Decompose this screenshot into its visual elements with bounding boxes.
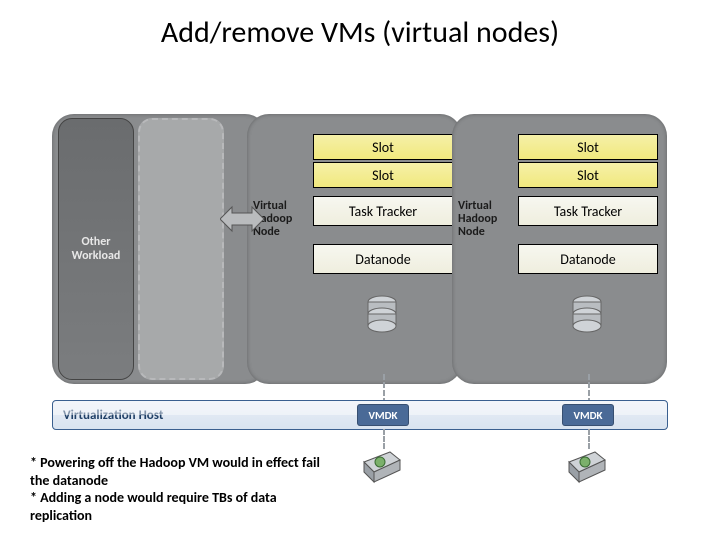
footnote-line: * Adding a node would require TBs of dat… [30, 489, 330, 524]
vmdk-badge: VMDK [357, 404, 409, 426]
datanode-box: Datanode [518, 244, 658, 274]
footnotes: * Powering off the Hadoop VM would in ef… [30, 454, 330, 524]
other-workload-label: Other Workload [59, 235, 133, 264]
virtualization-host-label: Virtualization Host [63, 408, 163, 423]
datanode-box: Datanode [313, 244, 453, 274]
slot-box: Slot [518, 134, 658, 160]
host-panel-right: Virtual Hadoop Node Slot Slot Task Track… [452, 114, 667, 384]
vmdk-badge: VMDK [562, 404, 614, 426]
footnote-line: * Powering off the Hadoop VM would in ef… [30, 454, 330, 489]
connector-line [383, 429, 385, 449]
diagram-stage: Other Workload Virtual Hadoop Node Slot … [52, 114, 668, 384]
host-panel-left: Other Workload [52, 114, 267, 384]
connector-line [588, 429, 590, 449]
slide-title: Add/remove VMs (virtual nodes) [0, 14, 720, 51]
hard-drive-icon [362, 450, 402, 484]
host-panel-middle: Virtual Hadoop Node Slot Slot Task Track… [247, 114, 462, 384]
vhn-label-right: Virtual Hadoop Node [458, 200, 518, 240]
hard-drive-icon [567, 450, 607, 484]
task-tracker-box: Task Tracker [313, 196, 453, 226]
ghost-vm-outline [138, 118, 224, 380]
task-tracker-box: Task Tracker [518, 196, 658, 226]
disk-stack-icon [365, 294, 399, 340]
disk-stack-icon [570, 294, 604, 340]
slot-box: Slot [313, 162, 453, 188]
other-workload-box: Other Workload [58, 118, 134, 380]
slot-box: Slot [313, 134, 453, 160]
slot-box: Slot [518, 162, 658, 188]
bidirectional-arrow-icon [220, 204, 264, 234]
